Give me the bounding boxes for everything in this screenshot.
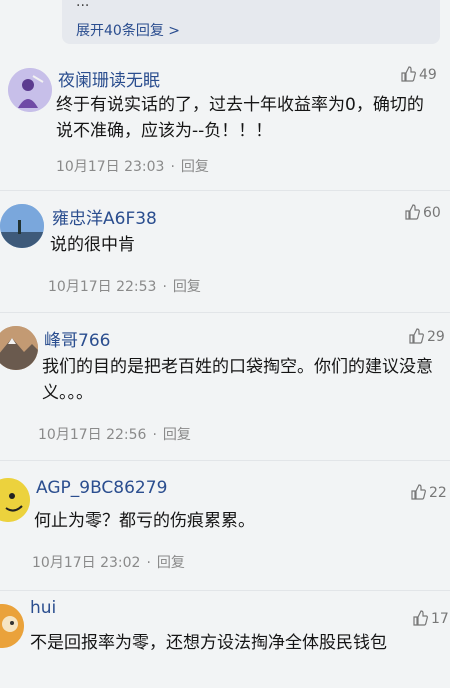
comment-item: AGP_9BC86279 22 何止为零？都亏的伤痕累累。 10月17日 23:…: [0, 466, 450, 586]
comment-text: 我们的目的是把老百姓的口袋掏空。你们的建议没意义。。。: [42, 357, 433, 403]
like-button[interactable]: 49: [400, 66, 437, 83]
comment-item: hui 17 不是回报率为零，还想方设法掏净全体股民钱包: [0, 594, 450, 688]
sky-landscape-icon: [0, 204, 44, 248]
like-button[interactable]: 29: [408, 328, 445, 345]
comment-time: 10月17日 22:56: [38, 427, 147, 443]
thumbs-up-icon: [411, 484, 426, 500]
divider: [0, 460, 450, 461]
comment-time: 10月17日 23:03: [56, 159, 165, 175]
like-count: 17: [431, 611, 449, 627]
reply-button[interactable]: 回复: [173, 279, 201, 295]
divider: [0, 312, 450, 313]
divider: [0, 190, 450, 191]
username[interactable]: 夜阑珊读无眠: [58, 66, 160, 91]
like-button[interactable]: 22: [410, 484, 447, 501]
separator-dot: ·: [170, 159, 175, 175]
avatar[interactable]: [0, 478, 30, 522]
comment-item: 雍忠洋A6F38 60 说的很中肯 10月17日 22:53 · 回复: [0, 196, 450, 306]
avatar[interactable]: [0, 204, 44, 248]
reply-button[interactable]: 回复: [181, 159, 209, 175]
separator-dot: ·: [152, 427, 157, 443]
avatar[interactable]: [8, 68, 52, 112]
username[interactable]: hui: [30, 598, 56, 618]
like-count: 22: [429, 485, 447, 501]
reply-button[interactable]: 回复: [157, 555, 185, 571]
comment-text: 何止为零？都亏的伤痕累累。: [34, 511, 255, 531]
avatar[interactable]: [0, 326, 38, 370]
comment-text: 终于有说实话的了，过去十年收益率为0，确切的说不准确，应该为--负！！！: [56, 95, 424, 141]
ellipsis-text: ...: [76, 0, 90, 10]
comment-meta: 10月17日 22:56 · 回复: [38, 424, 191, 444]
purple-figure-icon: [8, 68, 52, 112]
like-count: 29: [427, 329, 445, 345]
orange-cartoon-icon: [0, 604, 24, 648]
like-button[interactable]: 17: [412, 610, 449, 627]
like-count: 60: [423, 205, 441, 221]
comment-time: 10月17日 22:53: [48, 279, 157, 295]
separator-dot: ·: [162, 279, 167, 295]
username[interactable]: 雍忠洋A6F38: [52, 204, 157, 229]
comment-meta: 10月17日 23:03 · 回复: [56, 156, 209, 176]
replies-box: ... 展开40条回复 >: [62, 0, 440, 44]
yellow-cartoon-icon: [0, 478, 30, 522]
thumbs-up-icon: [401, 66, 416, 82]
comment-meta: 10月17日 22:53 · 回复: [48, 276, 201, 296]
comment-meta: 10月17日 23:02 · 回复: [32, 552, 185, 572]
comment-item: 峰哥766 29 我们的目的是把老百姓的口袋掏空。你们的建议没意义。。。 10月…: [0, 318, 450, 450]
comment-item: 夜阑珊读无眠 49 终于有说实话的了，过去十年收益率为0，确切的说不准确，应该为…: [0, 58, 450, 188]
reply-button[interactable]: 回复: [163, 427, 191, 443]
divider: [0, 590, 450, 591]
like-button[interactable]: 60: [404, 204, 441, 221]
username[interactable]: AGP_9BC86279: [36, 478, 167, 498]
separator-dot: ·: [146, 555, 151, 571]
comment-text: 说的很中肯: [50, 235, 135, 255]
mountain-icon: [0, 326, 38, 370]
thumbs-up-icon: [413, 610, 428, 626]
thumbs-up-icon: [409, 328, 424, 344]
comment-text: 不是回报率为零，还想方设法掏净全体股民钱包: [30, 633, 387, 653]
username[interactable]: 峰哥766: [44, 326, 110, 351]
avatar[interactable]: [0, 604, 24, 648]
like-count: 49: [419, 67, 437, 83]
comment-time: 10月17日 23:02: [32, 555, 141, 571]
expand-replies-link[interactable]: 展开40条回复 >: [76, 20, 180, 40]
thumbs-up-icon: [405, 204, 420, 220]
